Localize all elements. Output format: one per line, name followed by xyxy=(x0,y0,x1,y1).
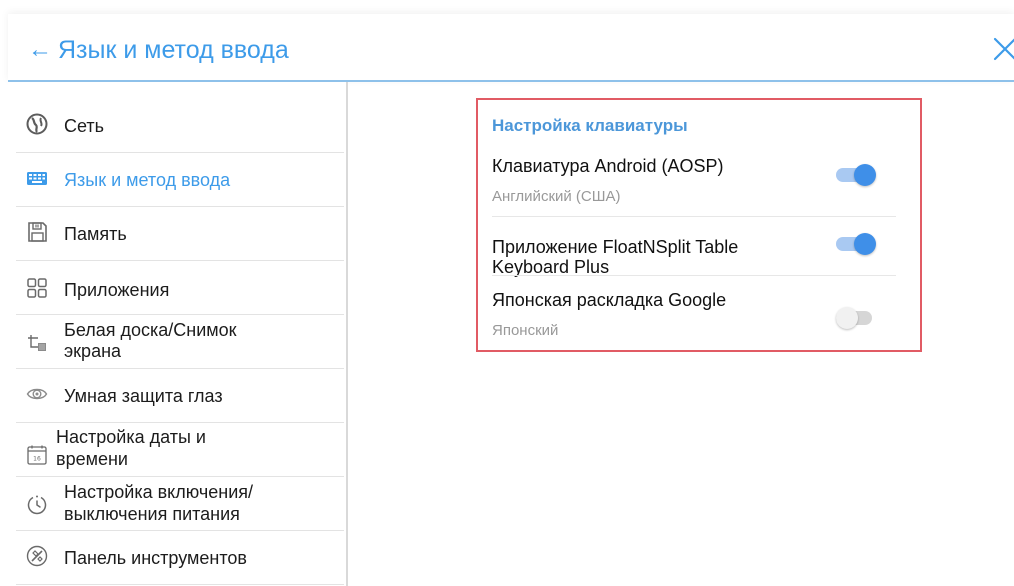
sidebar-item-label: Приложения xyxy=(64,280,170,300)
eye-icon xyxy=(26,383,48,405)
title-line: Приложение FloatNSplit Table xyxy=(492,237,739,257)
label-line: времени xyxy=(56,449,128,469)
title-line: Keyboard Plus xyxy=(492,257,610,277)
sidebar-item-label: Настройка даты и времени xyxy=(56,426,206,470)
page-title: Язык и метод ввода xyxy=(58,36,289,64)
label-line: выключения питания xyxy=(64,504,240,524)
sidebar-item-label: Панель инструментов xyxy=(64,548,247,568)
toggle-knob xyxy=(854,233,876,255)
apps-icon xyxy=(26,277,48,299)
close-icon[interactable] xyxy=(988,32,1014,66)
header: ← Язык и метод ввода xyxy=(8,14,1014,82)
divider xyxy=(492,275,896,276)
svg-text:16: 16 xyxy=(33,456,41,463)
top-strip xyxy=(0,0,1014,14)
keyboard-item-title: Клавиатура Android (AOSP) xyxy=(492,156,724,176)
sidebar-item-memory[interactable]: Память xyxy=(16,206,344,261)
toolbar-icon xyxy=(26,545,48,567)
calendar-icon: 16 xyxy=(26,444,48,466)
sidebar-item-whiteboard-screenshot[interactable]: Белая доска/Снимок экрана xyxy=(16,314,344,369)
label-line: Белая доска/Снимок xyxy=(64,320,237,340)
section-title: Настройка клавиатуры xyxy=(492,116,688,135)
sidebar-item-network[interactable]: Сеть xyxy=(16,98,344,153)
globe-icon xyxy=(26,113,48,135)
sidebar-item-apps[interactable]: Приложения xyxy=(16,260,344,315)
aosp-toggle[interactable] xyxy=(836,163,876,187)
keyboard-item-subtitle: Японский xyxy=(492,322,559,339)
storage-icon xyxy=(26,221,48,243)
whiteboard-screenshot-icon xyxy=(26,332,48,354)
sidebar-item-label: Сеть xyxy=(64,116,105,136)
keyboard-settings-panel: Настройка клавиатуры Клавиатура Android … xyxy=(476,98,922,352)
keyboard-item-title: Приложение FloatNSplit Table Keyboard Pl… xyxy=(492,237,738,277)
label-line: экрана xyxy=(64,341,122,361)
back-arrow-icon[interactable]: ← xyxy=(28,36,52,64)
sidebar-item-label: Умная защита глаз xyxy=(64,386,223,406)
divider xyxy=(492,216,896,217)
keyboard-item-google-japanese[interactable]: Японская раскладка Google Японский xyxy=(492,290,900,340)
sidebar-item-toolbar[interactable]: Панель инструментов xyxy=(16,530,344,585)
sidebar-item-label: Белая доска/Снимок экрана xyxy=(64,320,237,362)
keyboard-item-subtitle: Английский (США) xyxy=(492,188,621,205)
sidebar-item-label: Память xyxy=(64,224,127,244)
sidebar-item-label: Язык и метод ввода xyxy=(64,170,231,190)
sidebar-item-label: Настройка включения/ выключения питания xyxy=(64,481,253,525)
keyboard-icon xyxy=(26,167,48,189)
sidebar-item-language-input[interactable]: Язык и метод ввода xyxy=(16,152,344,207)
google-japanese-toggle[interactable] xyxy=(836,306,876,330)
sidebar-item-eye-protection[interactable]: Умная защита глаз xyxy=(16,368,344,423)
keyboard-item-aosp[interactable]: Клавиатура Android (AOSP) Английский (СШ… xyxy=(492,156,900,210)
keyboard-item-floatnsplit[interactable]: Приложение FloatNSplit Table Keyboard Pl… xyxy=(492,233,900,279)
toggle-knob xyxy=(854,164,876,186)
keyboard-item-title: Японская раскладка Google xyxy=(492,290,727,310)
label-line: Настройка включения/ xyxy=(64,482,253,502)
power-timer-icon xyxy=(26,494,48,516)
toggle-knob xyxy=(836,307,858,329)
sidebar: Сеть Язык и метод ввода Память Приложени… xyxy=(8,82,348,586)
sidebar-item-power-schedule[interactable]: Настройка включения/ выключения питания xyxy=(16,476,344,531)
sidebar-item-date-time[interactable]: 16 Настройка даты и времени xyxy=(16,422,344,477)
settings-page: ← Язык и метод ввода Сеть Язык и метод в… xyxy=(0,0,1014,586)
floatnsplit-toggle[interactable] xyxy=(836,232,876,256)
label-line: Настройка даты и xyxy=(56,427,206,447)
